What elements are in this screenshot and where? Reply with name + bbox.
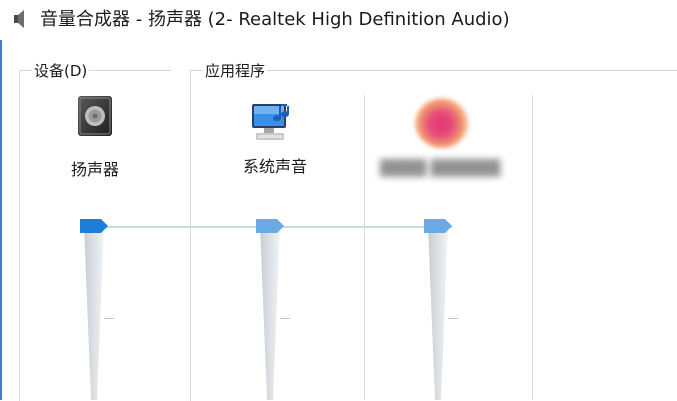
system-sounds-icon[interactable]	[248, 100, 296, 142]
applications-group-label: 应用程序	[203, 62, 268, 80]
blurred-app-icon[interactable]	[415, 98, 469, 148]
volume-tick	[280, 318, 290, 319]
column-divider	[364, 95, 365, 400]
mixer-label-blurred-app: ████ ██████	[380, 159, 501, 177]
speaker-device-icon[interactable]	[77, 95, 113, 137]
speaker-icon	[14, 10, 24, 28]
device-group-label: 设备(D)	[32, 62, 90, 80]
title-bar[interactable]: 音量合成器 - 扬声器 (2- Realtek High Definition …	[0, 0, 677, 40]
column-divider	[532, 95, 533, 400]
mixer-label-speaker: 扬声器	[70, 160, 119, 179]
volume-tick	[104, 318, 114, 319]
volume-tick	[448, 318, 458, 319]
mixer-label-system-sounds: 系统声音	[242, 157, 307, 176]
window-border	[0, 0, 2, 400]
window-title: 音量合成器 - 扬声器 (2- Realtek High Definition …	[40, 9, 510, 30]
